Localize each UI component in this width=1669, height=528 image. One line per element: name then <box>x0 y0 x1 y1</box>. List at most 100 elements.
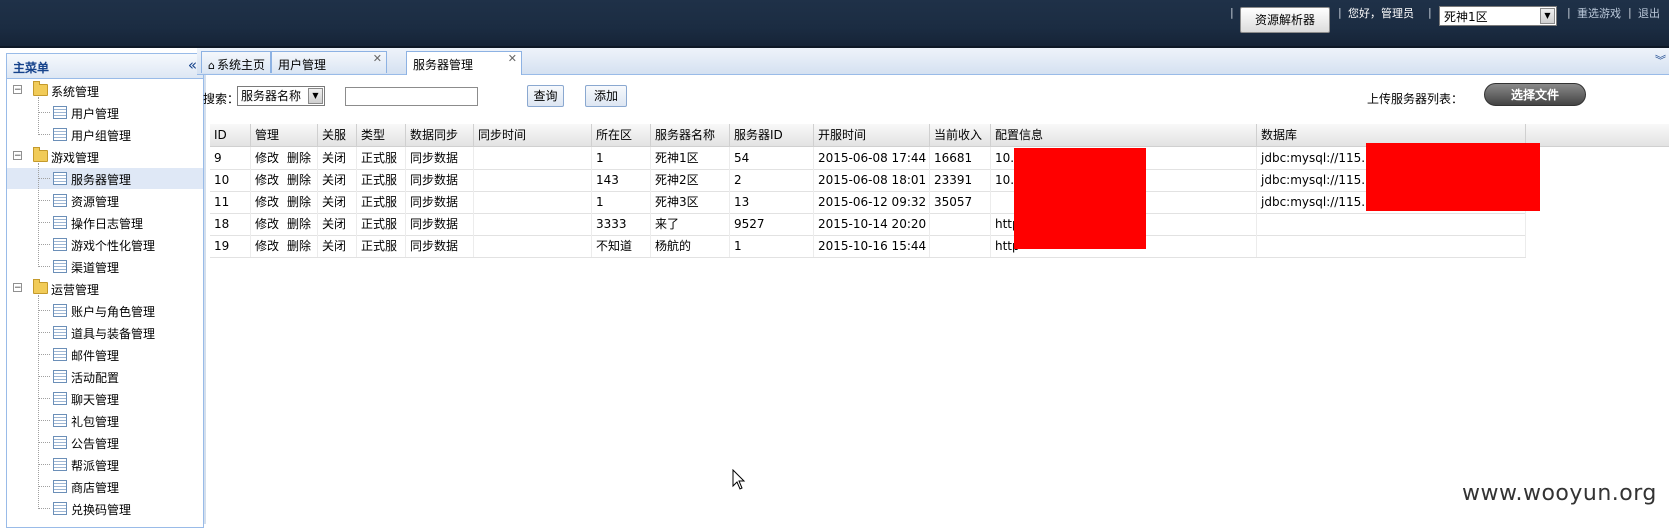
table-row[interactable]: 9 修改 删除 关闭 正式服 同步数据 1 死神1区 54 2015-06-08 17:44 166… <box>210 147 1526 170</box>
column-header[interactable]: 管理 <box>251 124 318 146</box>
separator: | <box>1338 6 1342 19</box>
column-header[interactable]: 配置信息 <box>991 124 1257 146</box>
column-header[interactable]: 所在区 <box>592 124 651 146</box>
menu-item[interactable]: 用户管理 <box>7 102 203 123</box>
cell-sync-time <box>474 213 592 235</box>
menu-item[interactable]: 渠道管理 <box>7 256 203 277</box>
menu-item[interactable]: 活动配置 <box>7 366 203 387</box>
tab-home[interactable]: ⌂ 系统主页 <box>201 51 271 73</box>
menu-group[interactable]: − 运营管理 <box>7 278 203 299</box>
chevron-down-icon[interactable]: ▼ <box>308 88 323 104</box>
column-header[interactable]: 服务器ID <box>730 124 814 146</box>
menu-item[interactable]: 账户与角色管理 <box>7 300 203 321</box>
edit-link[interactable]: 修改 <box>255 195 279 209</box>
column-header[interactable]: 类型 <box>357 124 406 146</box>
close-link[interactable]: 关闭 <box>318 213 357 235</box>
delete-link[interactable]: 删除 <box>287 195 311 209</box>
menu-item[interactable]: 公告管理 <box>7 432 203 453</box>
separator: | <box>1428 6 1432 19</box>
menu-item-label: 游戏个性化管理 <box>71 239 156 253</box>
menu-item[interactable]: 服务器管理 <box>7 168 203 189</box>
sync-data-link[interactable]: 同步数据 <box>406 169 474 191</box>
main-menu-title: 主菜单 <box>13 61 50 75</box>
column-header[interactable]: 数据同步 <box>406 124 474 146</box>
delete-link[interactable]: 删除 <box>287 151 311 165</box>
sync-data-link[interactable]: 同步数据 <box>406 147 474 169</box>
page-icon <box>53 480 67 493</box>
column-header[interactable]: 同步时间 <box>474 124 592 146</box>
tab-label: 用户管理 <box>278 58 327 72</box>
close-link[interactable]: 关闭 <box>318 147 357 169</box>
menu-group-label: 游戏管理 <box>51 151 100 165</box>
menu-item[interactable]: 资源管理 <box>7 190 203 211</box>
menu-item[interactable]: 商店管理 <box>7 476 203 497</box>
cell-zone: 3333 <box>592 213 651 235</box>
delete-link[interactable]: 删除 <box>287 173 311 187</box>
reselect-game-link[interactable]: 重选游戏 <box>1577 5 1621 21</box>
table-row[interactable]: 19 修改 删除 关闭 正式服 同步数据 不知道 杨航的 1 2015-10-16 15:44 ht… <box>210 235 1526 258</box>
delete-link[interactable]: 删除 <box>287 217 311 231</box>
tree-connector <box>38 134 50 135</box>
menu-item[interactable]: 帮派管理 <box>7 454 203 475</box>
resource-parser-button[interactable]: 资源解析器 <box>1240 7 1330 33</box>
sync-data-link[interactable]: 同步数据 <box>406 213 474 235</box>
close-link[interactable]: 关闭 <box>318 235 357 257</box>
table-row[interactable]: 18 修改 删除 关闭 正式服 同步数据 3333 来了 9527 2015-10-14 20:2… <box>210 213 1526 236</box>
query-button[interactable]: 查询 <box>527 85 564 107</box>
menu-item[interactable]: 游戏个性化管理 <box>7 234 203 255</box>
sync-data-link[interactable]: 同步数据 <box>406 191 474 213</box>
minus-icon[interactable]: − <box>13 283 22 293</box>
menu-item-label: 聊天管理 <box>71 393 120 407</box>
column-header[interactable]: 当前收入 <box>930 124 991 146</box>
menu-item[interactable]: 操作日志管理 <box>7 212 203 233</box>
table-row[interactable]: 10 修改 删除 关闭 正式服 同步数据 143 死神2区 2 2015-06-08 18:01 2… <box>210 169 1526 192</box>
panel-splitter[interactable] <box>204 48 206 524</box>
cell-server-id: 2 <box>730 169 814 191</box>
close-link[interactable]: 关闭 <box>318 169 357 191</box>
add-button[interactable]: 添加 <box>585 85 627 107</box>
column-header[interactable]: 关服 <box>318 124 357 146</box>
close-icon[interactable]: ✕ <box>508 52 517 65</box>
search-input[interactable] <box>345 87 478 106</box>
logout-link[interactable]: 退出 <box>1638 5 1660 21</box>
column-header[interactable]: 服务器名称 <box>651 124 730 146</box>
edit-link[interactable]: 修改 <box>255 217 279 231</box>
menu-group[interactable]: − 系统管理 <box>7 80 203 101</box>
search-field-select[interactable]: 服务器名称 ▼ <box>237 86 325 106</box>
tab-user-management[interactable]: 用户管理 ✕ <box>271 51 387 73</box>
column-header[interactable]: 开服时间 <box>814 124 930 146</box>
cell-id: 10 <box>210 169 251 191</box>
cell-id: 9 <box>210 147 251 169</box>
menu-item[interactable]: 聊天管理 <box>7 388 203 409</box>
separator: | <box>1230 6 1234 19</box>
sync-data-link[interactable]: 同步数据 <box>406 235 474 257</box>
edit-link[interactable]: 修改 <box>255 239 279 253</box>
menu-group[interactable]: − 游戏管理 <box>7 146 203 167</box>
delete-link[interactable]: 删除 <box>287 239 311 253</box>
page-icon <box>53 326 67 339</box>
chevron-down-icon[interactable]: ▼ <box>1540 8 1555 24</box>
menu-item[interactable]: 用户组管理 <box>7 124 203 145</box>
cell-server-id: 54 <box>730 147 814 169</box>
menu-item-label: 礼包管理 <box>71 415 120 429</box>
minus-icon[interactable]: − <box>13 85 22 95</box>
close-icon[interactable]: ✕ <box>373 52 382 65</box>
close-link[interactable]: 关闭 <box>318 191 357 213</box>
edit-link[interactable]: 修改 <box>255 151 279 165</box>
menu-item[interactable]: 邮件管理 <box>7 344 203 365</box>
menu-group-label: 运营管理 <box>51 283 100 297</box>
server-select[interactable]: 死神1区 ▼ <box>1439 6 1557 26</box>
watermark: www.wooyun.org <box>1462 481 1657 506</box>
column-header[interactable]: ID <box>210 124 251 146</box>
menu-item[interactable]: 礼包管理 <box>7 410 203 431</box>
tree-connector <box>38 310 50 311</box>
table-row[interactable]: 11 修改 删除 关闭 正式服 同步数据 1 死神3区 13 2015-06-12 09:32 35… <box>210 191 1526 214</box>
menu-item[interactable]: 道具与装备管理 <box>7 322 203 343</box>
double-chevron-down-icon[interactable]: ︾ <box>1655 52 1666 68</box>
tab-server-management[interactable]: 服务器管理 ✕ <box>406 51 522 75</box>
minus-icon[interactable]: − <box>13 151 22 161</box>
collapse-icon[interactable]: « <box>188 56 197 74</box>
menu-item[interactable]: 兑换码管理 <box>7 498 203 519</box>
choose-file-button[interactable]: 选择文件 <box>1484 83 1586 106</box>
edit-link[interactable]: 修改 <box>255 173 279 187</box>
